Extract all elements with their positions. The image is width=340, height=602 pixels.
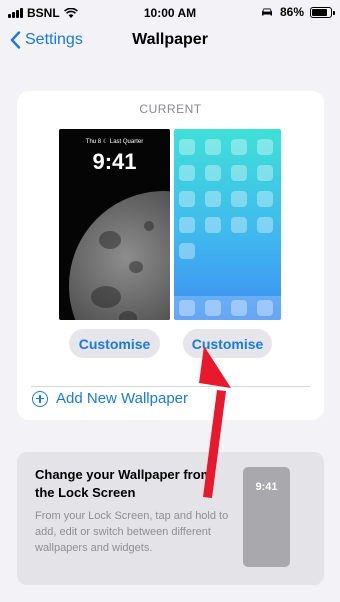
- home-app-grid: [179, 139, 273, 259]
- home-dock: [174, 296, 281, 320]
- app-placeholder-icon: [257, 191, 273, 207]
- app-placeholder-icon: [179, 165, 195, 181]
- navigation-bar: Settings Wallpaper: [0, 26, 340, 58]
- add-new-wallpaper-label: Add New Wallpaper: [56, 390, 189, 407]
- app-placeholder-icon: [179, 139, 195, 155]
- app-placeholder-icon: [205, 191, 221, 207]
- lock-screen-tip-card: Change your Wallpaper from the Lock Scre…: [17, 452, 324, 585]
- phone-preview-icon: 9:41: [243, 467, 290, 567]
- current-label: CURRENT: [139, 102, 202, 116]
- customise-home-screen-button[interactable]: Customise: [183, 329, 272, 358]
- car-icon: [261, 8, 272, 16]
- add-new-wallpaper-button[interactable]: Add New Wallpaper: [32, 390, 188, 407]
- status-right: 86%: [260, 5, 335, 19]
- tip-phone-time: 9:41: [255, 481, 278, 493]
- app-placeholder-icon: [179, 217, 195, 233]
- app-placeholder-icon: [231, 191, 247, 207]
- app-placeholder-icon: [257, 217, 273, 233]
- lock-screen-preview[interactable]: Thu 8 ☾ Last Quarter 9:41: [59, 129, 170, 320]
- dock-app-icon: [179, 300, 195, 316]
- moon-image: [69, 191, 170, 320]
- lock-screen-date: Thu 8 ☾ Last Quarter: [85, 139, 144, 145]
- app-placeholder-icon: [231, 139, 247, 155]
- dock-app-icon: [231, 300, 247, 316]
- customise-lock-screen-button[interactable]: Customise: [69, 329, 160, 358]
- app-placeholder-icon: [205, 217, 221, 233]
- app-placeholder-icon: [257, 165, 273, 181]
- app-placeholder-icon: [179, 243, 195, 259]
- tip-body: From your Lock Screen, tap and hold to a…: [35, 510, 229, 554]
- app-placeholder-icon: [179, 191, 195, 207]
- status-bar: BSNL 10:00 AM 86%: [0, 0, 340, 26]
- battery-icon: [310, 6, 335, 18]
- app-placeholder-icon: [205, 165, 221, 181]
- tip-title: Change your Wallpaper from the Lock Scre…: [35, 467, 213, 500]
- app-placeholder-icon: [205, 139, 221, 155]
- app-placeholder-icon: [231, 217, 247, 233]
- divider: [31, 386, 310, 387]
- app-placeholder-icon: [257, 139, 273, 155]
- battery-percent: 86%: [279, 5, 304, 19]
- dock-app-icon: [257, 300, 273, 316]
- battery-fill: [312, 8, 328, 16]
- lock-screen-time: 9:41: [92, 149, 137, 174]
- plus-circle-icon: [32, 390, 48, 407]
- app-placeholder-icon: [231, 165, 247, 181]
- current-wallpaper-card: CURRENT Thu 8 ☾ Last Quarter 9:41 Custom…: [17, 91, 324, 420]
- page-title: Wallpaper: [132, 31, 208, 48]
- home-screen-preview[interactable]: [174, 129, 281, 320]
- dock-app-icon: [205, 300, 221, 316]
